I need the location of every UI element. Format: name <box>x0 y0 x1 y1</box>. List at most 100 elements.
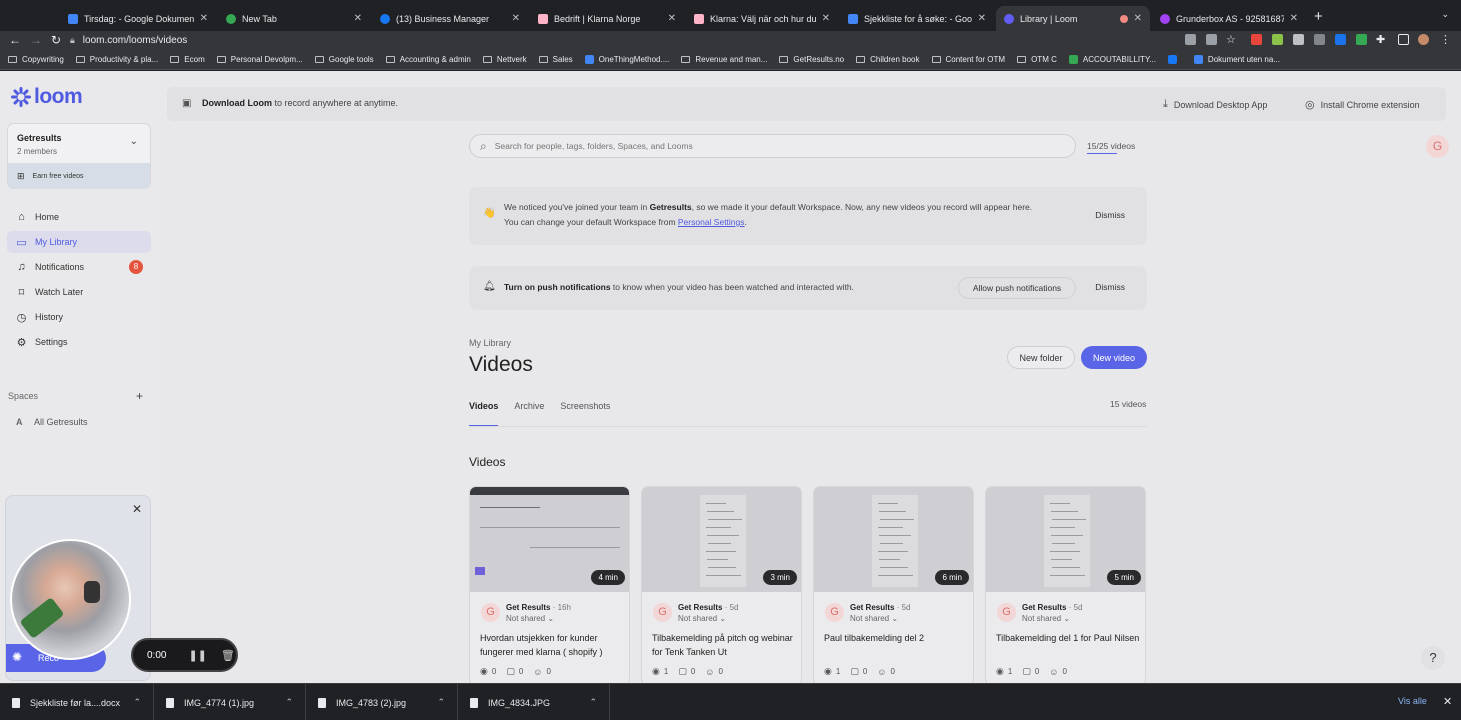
breadcrumb[interactable]: My Library <box>469 338 511 348</box>
video-card[interactable]: 3 min G Get Results · 5d Not shared ⌄ Tilbak… <box>641 486 802 683</box>
close-icon[interactable]: ✕ <box>668 13 676 24</box>
trash-icon[interactable]: 🗑︎ <box>221 649 235 662</box>
loom-logo[interactable]: loom <box>11 85 83 109</box>
bookmark-item[interactable]: GetResults.no <box>779 55 844 64</box>
bookmark-item[interactable]: Revenue and man... <box>681 55 767 64</box>
user-avatar[interactable]: G <box>1426 135 1449 158</box>
share-icon[interactable] <box>1206 34 1217 45</box>
download-item[interactable]: IMG_4834.JPG ⌃ <box>458 684 610 720</box>
bookmark-item[interactable]: Content for OTM <box>931 55 1005 64</box>
sidebar-item-notifications[interactable]: ♫ Notifications 8 <box>7 256 151 278</box>
add-space-button[interactable]: + <box>136 389 143 403</box>
browser-tab[interactable]: Grunderbox AS - 925816876 - ✕ <box>1152 6 1306 31</box>
chevron-up-icon[interactable]: ⌃ <box>589 697 597 708</box>
kebab-menu-icon[interactable]: ⋮ <box>1440 33 1451 46</box>
dismiss-button[interactable]: Dismiss <box>1095 210 1125 220</box>
video-card[interactable]: 4 min G Get Results · 16h Not shared ⌄ Hvord… <box>469 486 630 683</box>
download-item[interactable]: Sjekkliste før la....docx ⌃ <box>0 684 154 720</box>
video-quota[interactable]: 15/25 videos <box>1087 141 1135 151</box>
tab-screenshots[interactable]: Screenshots <box>560 401 610 427</box>
sidebar-item-settings[interactable]: ⚙ Settings <box>7 331 151 353</box>
close-icon[interactable]: ✕ <box>200 13 208 24</box>
bookmark-item[interactable]: Nettverk <box>482 55 527 64</box>
download-item[interactable]: IMG_4774 (1).jpg ⌃ <box>154 684 306 720</box>
download-desktop-app-link[interactable]: ⤓ Download Desktop App <box>1163 98 1267 111</box>
address-bar[interactable]: 🔒︎ loom.com/looms/videos <box>70 32 1190 49</box>
close-icon[interactable]: ✕ <box>512 13 520 24</box>
star-icon[interactable]: ☆ <box>1226 33 1236 46</box>
download-item[interactable]: IMG_4783 (2).jpg ⌃ <box>306 684 458 720</box>
extension-icon[interactable] <box>1314 34 1325 45</box>
help-button[interactable]: ? <box>1421 646 1445 670</box>
chevron-down-icon[interactable]: ⌄ <box>1441 9 1449 20</box>
sidebar-item-my-library[interactable]: ▭ My Library <box>7 231 151 253</box>
bookmark-item[interactable] <box>1167 55 1182 64</box>
allow-push-notifications-button[interactable]: Allow push notifications <box>958 277 1076 299</box>
video-card[interactable]: 5 min G Get Results · 5d Not shared ⌄ Tilbak… <box>985 486 1146 683</box>
sidebar-item-history[interactable]: ◷ History <box>7 306 151 328</box>
video-title[interactable]: Tilbakemelding på pitch og webinar for T… <box>652 631 797 659</box>
browser-tab[interactable]: Klarna: Välj när och hur du vill b ✕ <box>686 6 838 31</box>
adblock-icon[interactable] <box>1251 34 1262 45</box>
bookmark-item[interactable]: Google tools <box>314 55 374 64</box>
tab-archive[interactable]: Archive <box>514 401 544 427</box>
video-thumbnail[interactable]: 3 min <box>642 487 801 592</box>
chevron-up-icon[interactable]: ⌃ <box>285 697 293 708</box>
extension-icon[interactable] <box>1272 34 1283 45</box>
video-title[interactable]: Paul tilbakemelding del 2 <box>824 631 969 645</box>
extension-icon[interactable] <box>1356 34 1367 45</box>
sidepanel-icon[interactable] <box>1398 34 1409 45</box>
chevron-up-icon[interactable]: ⌃ <box>133 697 141 708</box>
browser-tab[interactable]: Sjekkliste for å søke: - Google ✕ <box>840 6 994 31</box>
sidebar-item-watch-later[interactable]: ⌑ Watch Later <box>7 281 151 303</box>
video-thumbnail[interactable]: 5 min <box>986 487 1145 592</box>
video-card[interactable]: 6 min G Get Results · 5d Not shared ⌄ Paul t… <box>813 486 974 683</box>
profile-avatar[interactable] <box>1418 34 1429 45</box>
bookmark-item[interactable]: Productivity & pla... <box>75 55 158 64</box>
bookmark-item[interactable]: Ecom <box>170 55 205 64</box>
close-icon[interactable]: ✕ <box>132 502 142 516</box>
video-thumbnail[interactable]: 4 min <box>470 487 629 592</box>
bookmark-item[interactable]: Dokument uten na... <box>1193 55 1280 64</box>
extension-icon[interactable] <box>1335 34 1346 45</box>
bookmark-item[interactable]: ACCOUTABILLITY... <box>1068 55 1156 64</box>
video-title[interactable]: Tilbakemelding del 1 for Paul Nilsen <box>996 631 1141 645</box>
personal-settings-link[interactable]: Personal Settings <box>678 217 745 227</box>
bookmark-item[interactable]: Accounting & admin <box>385 55 471 64</box>
bookmark-item[interactable]: Personal Devolpm... <box>216 55 303 64</box>
camera-bubble[interactable] <box>10 539 131 660</box>
bookmark-item[interactable]: Copywriting <box>8 55 64 64</box>
chevron-up-icon[interactable]: ⌃ <box>437 697 445 708</box>
browser-tab[interactable]: Bedrift | Klarna Norge ✕ <box>530 6 684 31</box>
sidebar-item-all-getresults[interactable]: A All Getresults <box>7 411 151 433</box>
bookmark-item[interactable]: Sales <box>538 55 573 64</box>
new-video-button[interactable]: New video <box>1081 346 1147 369</box>
back-icon[interactable]: ← <box>9 33 21 47</box>
share-status[interactable]: Not shared ⌄ <box>506 614 554 623</box>
new-folder-button[interactable]: New folder <box>1007 346 1075 369</box>
show-all-downloads-link[interactable]: Vis alle <box>1398 696 1427 706</box>
pause-icon[interactable]: ❚❚ <box>188 649 206 662</box>
extension-icon[interactable] <box>1293 34 1304 45</box>
bookmark-item[interactable]: OTM C <box>1017 55 1057 64</box>
close-icon[interactable]: ✕ <box>1134 13 1142 24</box>
close-icon[interactable]: ✕ <box>978 13 986 24</box>
install-chrome-extension-link[interactable]: ◎ Install Chrome extension <box>1305 98 1420 111</box>
video-title[interactable]: Hvordan utsjekken for kunder fungerer me… <box>480 631 625 659</box>
close-icon[interactable]: ✕ <box>1443 695 1452 708</box>
close-icon[interactable]: ✕ <box>822 13 830 24</box>
video-thumbnail[interactable]: 6 min <box>814 487 973 592</box>
browser-tab[interactable]: New Tab ✕ <box>218 6 370 31</box>
browser-tab[interactable]: (13) Business Manager ✕ <box>372 6 528 31</box>
camera-icon[interactable] <box>1185 34 1196 45</box>
search-bar[interactable]: ⌕ <box>469 134 1076 158</box>
workspace-switcher[interactable]: Getresults 2 members ⌄ ⊞ Earn free video… <box>7 123 151 189</box>
share-status[interactable]: Not shared ⌄ <box>1022 614 1070 623</box>
close-icon[interactable]: ✕ <box>354 13 362 24</box>
close-icon[interactable]: ✕ <box>1290 13 1298 24</box>
dismiss-button[interactable]: Dismiss <box>1095 282 1125 292</box>
share-status[interactable]: Not shared ⌄ <box>678 614 726 623</box>
reload-icon[interactable]: ↻ <box>51 33 61 47</box>
forward-icon[interactable]: → <box>30 33 42 47</box>
search-input[interactable] <box>494 141 1055 151</box>
